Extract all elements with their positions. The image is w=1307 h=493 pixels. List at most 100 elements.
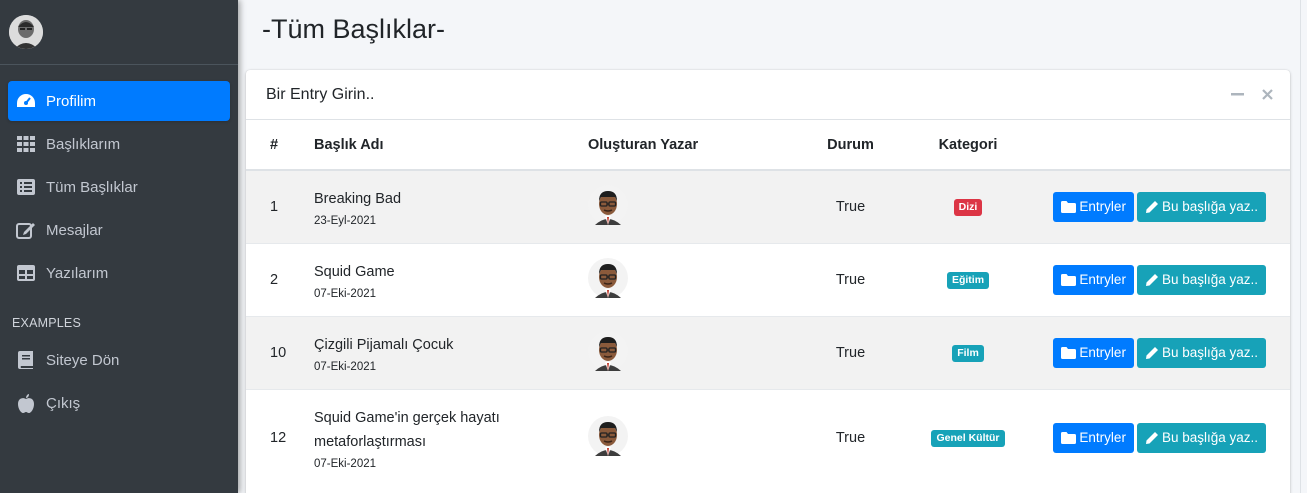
- grid-icon: [16, 134, 36, 154]
- status-cell: True: [793, 315, 908, 389]
- topic-title[interactable]: Squid Game: [314, 260, 588, 284]
- write-button[interactable]: Bu başlığa yaz..: [1136, 422, 1266, 453]
- status-cell: True: [793, 242, 908, 316]
- sidebar: Profilim Başlıklarım Tüm Başlıklar Mesaj…: [0, 0, 238, 493]
- row-number: 12: [246, 388, 314, 486]
- sidebar-nav: Profilim Başlıklarım Tüm Başlıklar Mesaj…: [0, 81, 238, 423]
- category-cell: Eğitim: [908, 242, 1028, 316]
- sidebar-item-tum-basliklar[interactable]: Tüm Başlıklar: [8, 167, 230, 207]
- table-row: 2 Squid Game 07-Eki-2021 True Eğitim Ent…: [246, 242, 1290, 316]
- entries-button[interactable]: Entryler: [1053, 264, 1134, 295]
- category-cell: Genel Kültür: [908, 388, 1028, 486]
- card-header: Bir Entry Girin..: [246, 70, 1290, 120]
- pencil-icon: [1145, 431, 1158, 444]
- sidebar-item-profilim[interactable]: Profilim: [8, 81, 230, 121]
- title-cell: Çizgili Pijamalı Çocuk 07-Eki-2021: [314, 315, 588, 389]
- card-tools: [1230, 87, 1274, 101]
- actions-cell: Entryler Bu başlığa yaz..: [1028, 388, 1290, 486]
- table-header-row: # Başlık Adı Oluşturan Yazar Durum Kateg…: [246, 120, 1290, 171]
- entries-button[interactable]: Entryler: [1053, 337, 1134, 368]
- card-title: Bir Entry Girin..: [266, 85, 375, 103]
- list-icon: [16, 177, 36, 197]
- title-cell: Squid Game 07-Eki-2021: [314, 242, 588, 316]
- author-cell: [588, 315, 793, 389]
- col-header-actions: [1028, 120, 1290, 171]
- apple-icon: [16, 393, 36, 413]
- pencil-icon: [1145, 346, 1158, 359]
- entries-button-label: Entryler: [1079, 345, 1126, 360]
- sidebar-item-label: Mesajlar: [46, 221, 103, 239]
- actions-cell: Entryler Bu başlığa yaz..: [1028, 315, 1290, 389]
- row-number: 1: [246, 169, 314, 243]
- pencil-icon: [1145, 200, 1158, 213]
- col-header-author: Oluşturan Yazar: [588, 120, 793, 171]
- write-button-label: Bu başlığa yaz..: [1161, 345, 1258, 360]
- category-cell: Film: [908, 315, 1028, 389]
- row-number: 10: [246, 315, 314, 389]
- sidebar-item-label: Siteye Dön: [46, 351, 120, 369]
- status-cell: True: [793, 169, 908, 243]
- col-header-category: Kategori: [908, 120, 1028, 171]
- write-button-label: Bu başlığa yaz..: [1161, 199, 1258, 215]
- topic-date: 23-Eyl-2021: [314, 214, 377, 227]
- folder-icon: [1061, 200, 1077, 213]
- col-header-no: #: [246, 120, 314, 171]
- author-cell: [588, 388, 793, 486]
- user-avatar[interactable]: [9, 15, 43, 49]
- author-avatar: [588, 415, 628, 456]
- sidebar-item-label: Çıkış: [46, 394, 81, 412]
- write-button[interactable]: Bu başlığa yaz..: [1136, 264, 1266, 295]
- row-number: 2: [246, 242, 314, 316]
- author-avatar: [588, 184, 628, 225]
- actions-cell: Entryler Bu başlığa yaz..: [1028, 242, 1290, 316]
- category-cell: Dizi: [908, 169, 1028, 243]
- sidebar-item-cikis[interactable]: Çıkış: [8, 383, 230, 423]
- sidebar-item-label: Profilim: [46, 92, 97, 110]
- minimize-icon[interactable]: [1230, 87, 1244, 101]
- page-title: -Tüm Başlıklar-: [262, 14, 446, 44]
- topic-title[interactable]: Squid Game'in gerçek hayatı metaforlaştı…: [314, 406, 588, 454]
- entries-button[interactable]: Entryler: [1053, 191, 1134, 222]
- table-row: 12 Squid Game'in gerçek hayatı metaforla…: [246, 388, 1290, 486]
- sidebar-item-mesajlar[interactable]: Mesajlar: [8, 210, 230, 250]
- table-row: 1 Breaking Bad 23-Eyl-2021 True Dizi Ent…: [246, 169, 1290, 243]
- title-cell: Squid Game'in gerçek hayatı metaforlaştı…: [314, 388, 588, 486]
- col-header-title: Başlık Adı: [314, 120, 588, 171]
- write-button-label: Bu başlığa yaz..: [1161, 430, 1258, 446]
- topics-table: # Başlık Adı Oluşturan Yazar Durum Kateg…: [246, 120, 1290, 486]
- sidebar-item-yazilarim[interactable]: Yazılarım: [8, 253, 230, 293]
- user-panel: [0, 0, 238, 65]
- sidebar-item-label: Yazılarım: [46, 264, 109, 282]
- write-button-label: Bu başlığa yaz..: [1161, 272, 1258, 287]
- close-icon[interactable]: [1260, 87, 1274, 101]
- entries-button-label: Entryler: [1079, 430, 1126, 446]
- category-badge: Genel Kültür: [931, 429, 1005, 447]
- write-button[interactable]: Bu başlığa yaz..: [1136, 191, 1266, 222]
- folder-icon: [1061, 273, 1077, 286]
- scrollbar[interactable]: [1300, 0, 1307, 493]
- book-icon: [16, 350, 36, 370]
- nav-section-header: EXAMPLES: [12, 316, 81, 330]
- author-cell: [588, 242, 793, 316]
- topic-date: 07-Eki-2021: [314, 457, 377, 470]
- sidebar-item-siteye-don[interactable]: Siteye Dön: [8, 340, 230, 380]
- status-cell: True: [793, 388, 908, 486]
- folder-icon: [1061, 431, 1077, 444]
- topics-card: Bir Entry Girin.. # Başlık Adı Oluşturan…: [246, 70, 1290, 493]
- tachometer-icon: [16, 91, 36, 111]
- sidebar-item-basliklarim[interactable]: Başlıklarım: [8, 124, 230, 164]
- topic-date: 07-Eki-2021: [314, 287, 377, 300]
- topic-title[interactable]: Çizgili Pijamalı Çocuk: [314, 333, 588, 357]
- write-button[interactable]: Bu başlığa yaz..: [1136, 337, 1266, 368]
- topic-date: 07-Eki-2021: [314, 360, 377, 373]
- table-icon: [16, 263, 36, 283]
- topic-title[interactable]: Breaking Bad: [314, 187, 588, 211]
- author-cell: [588, 169, 793, 243]
- entries-button[interactable]: Entryler: [1053, 422, 1134, 453]
- author-avatar: [588, 257, 628, 298]
- entries-button-label: Entryler: [1079, 199, 1126, 215]
- table-row: 10 Çizgili Pijamalı Çocuk 07-Eki-2021 Tr…: [246, 315, 1290, 389]
- edit-icon: [16, 220, 36, 240]
- title-cell: Breaking Bad 23-Eyl-2021: [314, 169, 588, 243]
- folder-icon: [1061, 346, 1077, 359]
